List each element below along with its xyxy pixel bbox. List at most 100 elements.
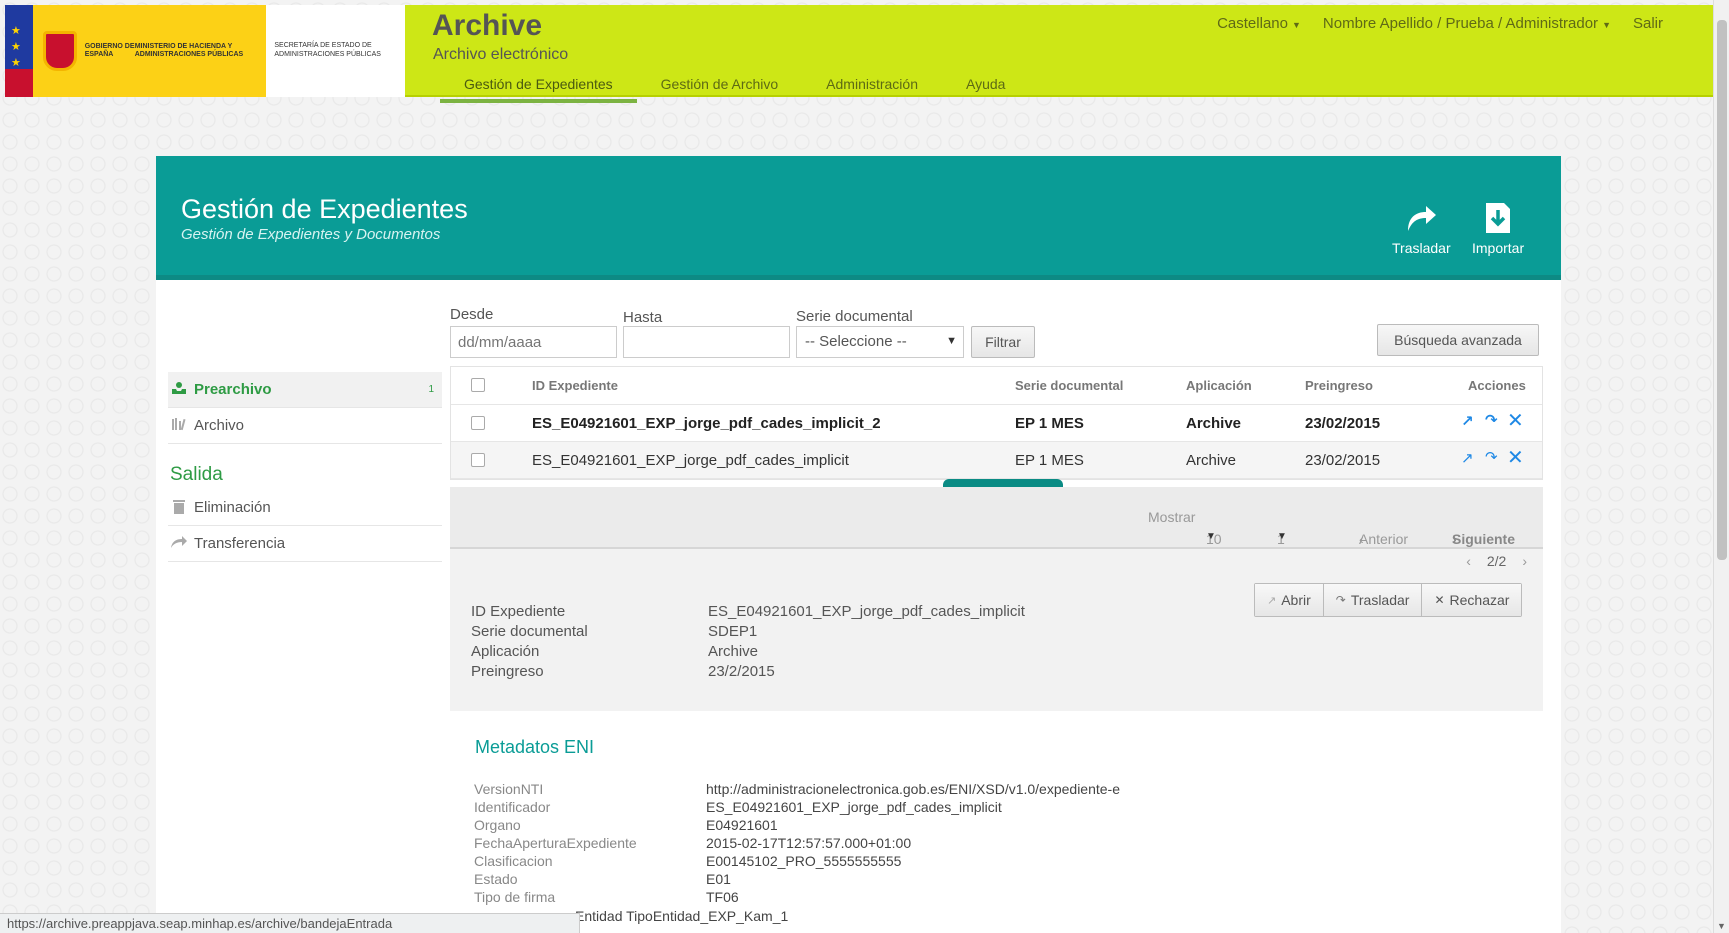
meta-value: E01 [706, 871, 731, 887]
serie-documental-label: Serie documental [796, 308, 913, 325]
busqueda-avanzada-button[interactable]: Búsqueda avanzada [1377, 324, 1539, 356]
meta-label: VersionNTI [474, 781, 544, 797]
serie-documental-select[interactable]: -- Seleccione -- ▼ [796, 326, 964, 358]
browser-status-bar: https://archive.preappjava.seap.minhap.e… [0, 913, 580, 933]
meta-value: E00145102_PRO_5555555555 [706, 853, 902, 869]
panel-subtitle: Gestión de Expedientes y Documentos [181, 226, 441, 243]
panel-title: Gestión de Expedientes [181, 194, 468, 224]
salida-section-title: Salida [170, 464, 223, 485]
table-row[interactable]: ES_E04921601_EXP_jorge_pdf_cades_implici… [451, 442, 1542, 479]
close-icon[interactable]: ✕ [1507, 408, 1524, 433]
filtrar-button[interactable]: Filtrar [971, 326, 1035, 358]
row-id-expediente: ES_E04921601_EXP_jorge_pdf_cades_implici… [532, 451, 849, 469]
close-icon[interactable]: ✕ [1507, 445, 1524, 470]
forward-icon [170, 535, 188, 552]
row-checkbox[interactable] [471, 453, 485, 467]
ministry-logo: GOBIERNO DE ESPAÑA MINISTERIO DE HACIEND… [32, 5, 267, 97]
select-all-checkbox[interactable] [471, 378, 485, 392]
meta-value: TF06 [706, 889, 739, 905]
forward-arrow-icon[interactable]: ↷ [1485, 411, 1498, 429]
chevron-right-icon: › [1452, 531, 1457, 547]
caret-down-icon: ▼ [1277, 531, 1287, 542]
col-id-expediente[interactable]: ID Expediente [532, 378, 618, 393]
detail-label: Aplicación [471, 643, 540, 660]
books-icon [170, 417, 188, 434]
col-aplicacion[interactable]: Aplicación [1186, 378, 1252, 393]
meta-value: ES_E04921601_EXP_jorge_pdf_cades_implici… [706, 799, 1002, 815]
col-preingreso[interactable]: Preingreso [1305, 378, 1373, 393]
detail-action-group: ↗ Abrir ↷ Trasladar ✕ Rechazar [1254, 583, 1523, 617]
desde-input[interactable] [450, 326, 617, 358]
detail-page-indicator: 2/2 [1486, 553, 1507, 569]
meta-label: Estado [474, 871, 518, 887]
nav-administracion[interactable]: Administración [802, 70, 942, 103]
ministerio-label: MINISTERIO DE HACIENDA Y ADMINISTRACIONE… [134, 43, 244, 58]
main-nav: Gestión de Expedientes Gestión de Archiv… [440, 70, 1029, 103]
page-scrollbar[interactable]: ▼ [1713, 0, 1729, 933]
caret-down-icon: ▼ [946, 335, 957, 347]
app-title: Archive [432, 9, 543, 42]
detail-value: ES_E04921601_EXP_jorge_pdf_cades_implici… [708, 603, 1025, 620]
row-serie: EP 1 MES [1015, 414, 1084, 432]
meta-label: Organo [474, 817, 521, 833]
chevron-left-icon[interactable]: ‹ [1466, 553, 1471, 569]
row-preingreso: 23/02/2015 [1305, 414, 1381, 432]
gobierno-label: GOBIERNO DE ESPAÑA [84, 43, 135, 58]
row-aplicacion: Archive [1186, 451, 1237, 469]
prearchivo-count-badge: 1 [428, 384, 434, 395]
trasladar-action-button[interactable]: Trasladar [1392, 200, 1451, 256]
meta-label: Identificador [474, 799, 551, 815]
panel-header: Gestión de Expedientes Gestión de Expedi… [156, 156, 1561, 280]
sidebar-item-eliminacion[interactable]: Eliminación [168, 490, 442, 526]
open-external-icon: ↗ [1267, 594, 1277, 607]
user-selector[interactable]: Nombre Apellido / Prueba / Administrador… [1323, 15, 1611, 32]
government-logo: ★ ★ ★ GOBIERNO DE ESPAÑA MINISTERIO DE HAC… [5, 5, 405, 97]
logout-link[interactable]: Salir [1633, 15, 1663, 32]
coat-of-arms-icon [42, 31, 77, 71]
detail-label: Preingreso [471, 663, 544, 680]
hasta-input[interactable] [623, 326, 790, 358]
sidebar-item-prearchivo[interactable]: Prearchivo 1 [168, 372, 442, 408]
open-external-icon[interactable]: ↗ [1461, 449, 1474, 467]
row-checkbox[interactable] [471, 416, 485, 430]
nav-gestion-archivo[interactable]: Gestión de Archivo [637, 70, 803, 103]
detail-value: SDEP1 [708, 623, 758, 640]
importar-action-button[interactable]: Importar [1472, 200, 1524, 256]
col-serie-documental[interactable]: Serie documental [1015, 378, 1123, 393]
forward-arrow-icon[interactable]: ↷ [1485, 448, 1498, 466]
desde-label: Desde [450, 306, 494, 323]
detail-label: ID Expediente [471, 603, 566, 620]
table-row[interactable]: ES_E04921601_EXP_jorge_pdf_cades_implici… [451, 405, 1542, 442]
row-id-expediente: ES_E04921601_EXP_jorge_pdf_cades_implici… [532, 414, 881, 432]
row-preingreso: 23/02/2015 [1305, 451, 1381, 469]
pagination-bar: Mostrar 10 ▼ 1 / 2 ▼ ‹ Anterior Siguient… [450, 487, 1543, 579]
language-selector[interactable]: Castellano ▼ [1217, 15, 1301, 32]
eu-flag-strip: ★ ★ ★ [5, 5, 33, 97]
detail-panel: ‹ 2/2 › ↗ Abrir ↷ Trasladar ✕ Rechazar ID E… [450, 549, 1543, 711]
nav-gestion-expedientes[interactable]: Gestión de Expedientes [440, 70, 637, 103]
sidebar: Prearchivo 1 Archivo Salida Eliminación … [168, 372, 442, 562]
close-icon: ✕ [1434, 593, 1445, 607]
abrir-button[interactable]: ↗ Abrir [1255, 584, 1324, 616]
open-external-icon[interactable]: ↗ [1461, 412, 1474, 430]
detail-label: Serie documental [471, 623, 588, 640]
hasta-label: Hasta [623, 309, 663, 326]
rechazar-button[interactable]: ✕ Rechazar [1422, 584, 1522, 616]
col-acciones: Acciones [1468, 378, 1526, 393]
table-header-row: ID Expediente Serie documental Aplicació… [451, 367, 1542, 405]
scrollbar-thumb[interactable] [1717, 20, 1727, 560]
scroll-down-arrow-icon[interactable]: ▼ [1717, 921, 1726, 931]
row-aplicacion: Archive [1186, 414, 1242, 432]
mostrar-label: Mostrar [1148, 509, 1196, 525]
caret-down-icon: ▼ [1291, 20, 1301, 30]
nav-ayuda[interactable]: Ayuda [942, 70, 1029, 103]
sidebar-item-transferencia[interactable]: Transferencia [168, 526, 442, 562]
sidebar-item-archivo[interactable]: Archivo [168, 408, 442, 444]
detail-navigation: ‹ 2/2 › [1466, 553, 1527, 569]
meta-value: http://administracionelectronica.gob.es/… [706, 781, 1121, 797]
chevron-right-icon[interactable]: › [1522, 553, 1527, 569]
trasladar-button[interactable]: ↷ Trasladar [1323, 584, 1423, 616]
import-file-icon [1480, 200, 1516, 236]
meta-value: E04921601 [706, 817, 778, 833]
secretaria-label: SECRETARÍA DE ESTADO DE ADMINISTRACIONES… [274, 42, 381, 58]
